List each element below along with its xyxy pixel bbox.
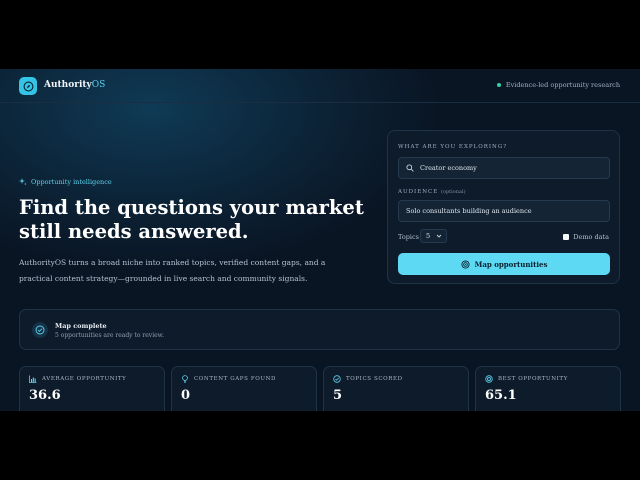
stat-label: TOPICS SCORED [333, 375, 403, 383]
stat-card-topics-scored: TOPICS SCORED 5 [323, 366, 469, 411]
target-icon [461, 259, 470, 269]
audience-value: Solo consultants building an audience [406, 207, 532, 215]
sparkle-icon [19, 178, 27, 186]
stat-card-content-gaps: CONTENT GAPS FOUND 0 [171, 366, 317, 411]
stat-label: BEST OPPORTUNITY [485, 375, 568, 383]
map-opportunities-button[interactable]: Map opportunities [398, 253, 610, 275]
lightbulb-icon [182, 375, 188, 383]
kicker-text: Opportunity intelligence [31, 178, 112, 186]
stat-value: 36.6 [29, 388, 61, 403]
stat-label-text: TOPICS SCORED [346, 376, 403, 382]
stat-label-text: AVERAGE OPPORTUNITY [42, 376, 127, 382]
demo-data-label: Demo data [573, 233, 609, 241]
topic-search-input[interactable]: Creator economy [398, 157, 610, 179]
stat-label-text: CONTENT GAPS FOUND [194, 376, 277, 382]
audience-input[interactable]: Solo consultants building an audience [398, 200, 610, 222]
brand-main: Authority [44, 80, 92, 90]
map-opportunities-label: Map opportunities [474, 259, 548, 269]
stat-value: 0 [181, 388, 191, 403]
stat-label: CONTENT GAPS FOUND [181, 375, 276, 383]
explore-label: WHAT ARE YOU EXPLORING? [398, 144, 508, 150]
explore-panel: WHAT ARE YOU EXPLORING? Creator economy … [387, 130, 620, 284]
topics-count-select[interactable]: 5 [420, 229, 447, 243]
stat-card-best-opportunity: BEST OPPORTUNITY 65.1 [475, 366, 621, 411]
top-bar: AuthorityOS Evidence-led opportunity res… [0, 69, 640, 103]
page-title: Find the questions your market still nee… [19, 196, 364, 243]
audience-label-text: AUDIENCE [398, 189, 439, 195]
map-status-banner: Map complete 5 opportunities are ready t… [19, 309, 620, 350]
brand-accent: OS [91, 80, 106, 90]
stat-label-text: BEST OPPORTUNITY [498, 376, 568, 382]
status-subtitle: 5 opportunities are ready to review. [55, 332, 165, 339]
demo-data-toggle[interactable]: Demo data [563, 233, 609, 241]
stat-value: 65.1 [485, 388, 517, 403]
demo-data-checkbox[interactable] [563, 234, 570, 240]
check-circle-icon [32, 322, 48, 338]
stat-card-average-opportunity: AVERAGE OPPORTUNITY 36.6 [19, 366, 165, 411]
stat-label: AVERAGE OPPORTUNITY [29, 375, 126, 383]
topics-count-value: 5 [426, 232, 431, 240]
hero-description: AuthorityOS turns a broad niche into ran… [19, 258, 326, 283]
status-dot-icon [496, 83, 501, 87]
app-frame: AuthorityOS Evidence-led opportunity res… [0, 69, 640, 411]
stat-value: 5 [333, 388, 343, 403]
tagline-text: Evidence-led opportunity research [505, 81, 620, 89]
check-circle-icon [333, 375, 341, 383]
bar-chart-icon [29, 375, 37, 383]
brand-name[interactable]: AuthorityOS [44, 80, 105, 90]
tagline: Evidence-led opportunity research [496, 81, 620, 89]
hero-kicker: Opportunity intelligence [19, 178, 112, 186]
target-icon [485, 375, 493, 383]
topic-search-value: Creator economy [420, 164, 477, 172]
status-title: Map complete [55, 322, 107, 330]
audience-optional: (optional) [441, 189, 466, 195]
search-icon [406, 164, 414, 172]
topics-label: Topics [398, 233, 419, 241]
compass-icon[interactable] [19, 77, 37, 95]
chevron-down-icon [436, 234, 442, 238]
audience-label: AUDIENCE (optional) [398, 189, 466, 195]
